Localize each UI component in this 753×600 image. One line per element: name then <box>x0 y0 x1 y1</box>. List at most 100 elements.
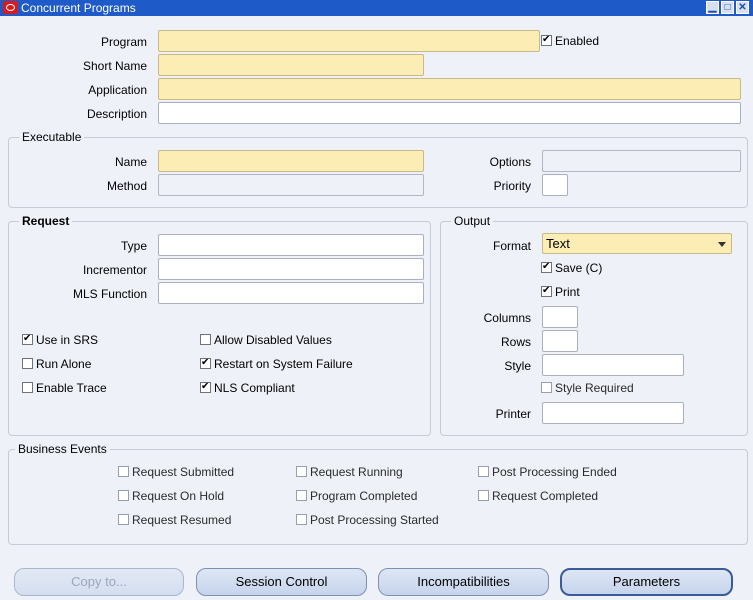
executable-name-field[interactable] <box>158 150 424 172</box>
event-request-submitted-box[interactable] <box>118 466 129 477</box>
mls-function-field[interactable] <box>158 282 424 304</box>
chevron-down-icon[interactable] <box>718 242 726 247</box>
event-request-submitted[interactable]: Request Submitted <box>118 465 234 479</box>
restart-on-failure-checkbox[interactable]: Restart on System Failure <box>200 356 353 371</box>
copy-to-button[interactable]: Copy to... <box>14 568 184 596</box>
business-events-title: Business Events <box>15 442 110 456</box>
event-post-processing-ended-label: Post Processing Ended <box>492 465 617 479</box>
nls-compliant-box[interactable] <box>200 380 211 394</box>
enable-trace-label: Enable Trace <box>36 381 107 395</box>
style-required-label: Style Required <box>555 381 634 395</box>
oracle-logo-icon <box>3 1 18 14</box>
use-in-srs-box[interactable] <box>22 332 33 346</box>
event-request-completed-box[interactable] <box>478 490 489 501</box>
executable-title: Executable <box>19 130 85 144</box>
nls-compliant-label: NLS Compliant <box>214 381 295 395</box>
style-label: Style <box>504 359 531 373</box>
executable-name-label: Name <box>114 155 147 169</box>
incompatibilities-button[interactable]: Incompatibilities <box>378 568 549 596</box>
method-field[interactable] <box>158 174 424 196</box>
options-field[interactable] <box>542 150 741 172</box>
run-alone-checkbox[interactable]: Run Alone <box>22 357 91 371</box>
short-name-field[interactable] <box>158 54 424 76</box>
event-request-running-box[interactable] <box>296 466 307 477</box>
allow-disabled-values-box[interactable] <box>200 334 211 345</box>
window-titlebar: Concurrent Programs ▁ □ ✕ <box>0 0 753 16</box>
event-request-on-hold-label: Request On Hold <box>132 489 225 503</box>
description-field[interactable] <box>158 102 741 124</box>
use-in-srs-label: Use in SRS <box>36 333 99 347</box>
short-name-label: Short Name <box>82 59 147 73</box>
event-request-resumed[interactable]: Request Resumed <box>118 513 231 527</box>
save-box[interactable] <box>541 260 552 274</box>
event-request-on-hold[interactable]: Request On Hold <box>118 489 224 503</box>
event-post-processing-ended-box[interactable] <box>478 466 489 477</box>
save-checkbox[interactable]: Save (C) <box>541 260 603 275</box>
event-request-resumed-box[interactable] <box>118 514 129 525</box>
print-label: Print <box>555 285 580 299</box>
request-title: Request <box>19 214 73 228</box>
incrementor-label: Incrementor <box>82 263 147 277</box>
program-label: Program <box>100 35 147 49</box>
style-field[interactable] <box>542 354 684 376</box>
event-post-processing-ended[interactable]: Post Processing Ended <box>478 465 617 479</box>
printer-field[interactable] <box>542 402 684 424</box>
event-request-submitted-label: Request Submitted <box>132 465 235 479</box>
application-field[interactable] <box>158 78 741 100</box>
parameters-button[interactable]: Parameters <box>560 568 733 596</box>
printer-label: Printer <box>495 407 531 421</box>
program-field[interactable] <box>158 30 540 52</box>
format-select[interactable]: Text <box>542 233 732 254</box>
event-request-completed-label: Request Completed <box>492 489 599 503</box>
enabled-checkbox-box[interactable] <box>541 33 552 47</box>
priority-field[interactable] <box>542 174 568 196</box>
restart-on-failure-box[interactable] <box>200 356 211 370</box>
style-required-box[interactable] <box>541 382 552 393</box>
priority-label: Priority <box>493 179 531 193</box>
allow-disabled-values-checkbox[interactable]: Allow Disabled Values <box>200 333 332 347</box>
enable-trace-box[interactable] <box>22 382 33 393</box>
event-request-resumed-label: Request Resumed <box>132 513 232 527</box>
event-request-running[interactable]: Request Running <box>296 465 403 479</box>
window-title: Concurrent Programs <box>21 1 136 15</box>
minimize-icon[interactable]: ▁ <box>706 1 719 14</box>
method-label: Method <box>106 179 147 193</box>
options-label: Options <box>489 155 531 169</box>
enabled-label: Enabled <box>555 34 600 48</box>
event-request-completed[interactable]: Request Completed <box>478 489 598 503</box>
event-request-on-hold-box[interactable] <box>118 490 129 501</box>
rows-label: Rows <box>500 335 531 349</box>
maximize-icon[interactable]: □ <box>721 1 734 14</box>
close-icon[interactable]: ✕ <box>736 1 749 14</box>
nls-compliant-checkbox[interactable]: NLS Compliant <box>200 380 295 395</box>
event-post-processing-started-box[interactable] <box>296 514 307 525</box>
columns-field[interactable] <box>542 306 578 328</box>
event-request-running-label: Request Running <box>310 465 403 479</box>
mls-function-label: MLS Function <box>72 287 147 301</box>
print-box[interactable] <box>541 284 552 298</box>
event-post-processing-started-label: Post Processing Started <box>310 513 439 527</box>
session-control-button[interactable]: Session Control <box>196 568 367 596</box>
rows-field[interactable] <box>542 330 578 352</box>
executable-group <box>8 137 748 208</box>
format-value: Text <box>546 236 570 251</box>
print-checkbox[interactable]: Print <box>541 284 580 299</box>
style-required-checkbox[interactable]: Style Required <box>541 381 634 395</box>
type-label: Type <box>120 239 147 253</box>
save-label: Save (C) <box>555 261 603 275</box>
enable-trace-checkbox[interactable]: Enable Trace <box>22 381 107 395</box>
run-alone-label: Run Alone <box>36 357 92 371</box>
type-field[interactable] <box>158 234 424 256</box>
event-program-completed[interactable]: Program Completed <box>296 489 417 503</box>
restart-on-failure-label: Restart on System Failure <box>214 357 353 371</box>
description-label: Description <box>86 107 147 121</box>
columns-label: Columns <box>483 311 531 325</box>
enabled-checkbox[interactable]: Enabled <box>541 33 600 48</box>
run-alone-box[interactable] <box>22 358 33 369</box>
event-program-completed-box[interactable] <box>296 490 307 501</box>
format-label: Format <box>492 239 531 253</box>
use-in-srs-checkbox[interactable]: Use in SRS <box>22 332 99 347</box>
application-label: Application <box>88 83 147 97</box>
event-post-processing-started[interactable]: Post Processing Started <box>296 513 439 527</box>
incrementor-field[interactable] <box>158 258 424 280</box>
